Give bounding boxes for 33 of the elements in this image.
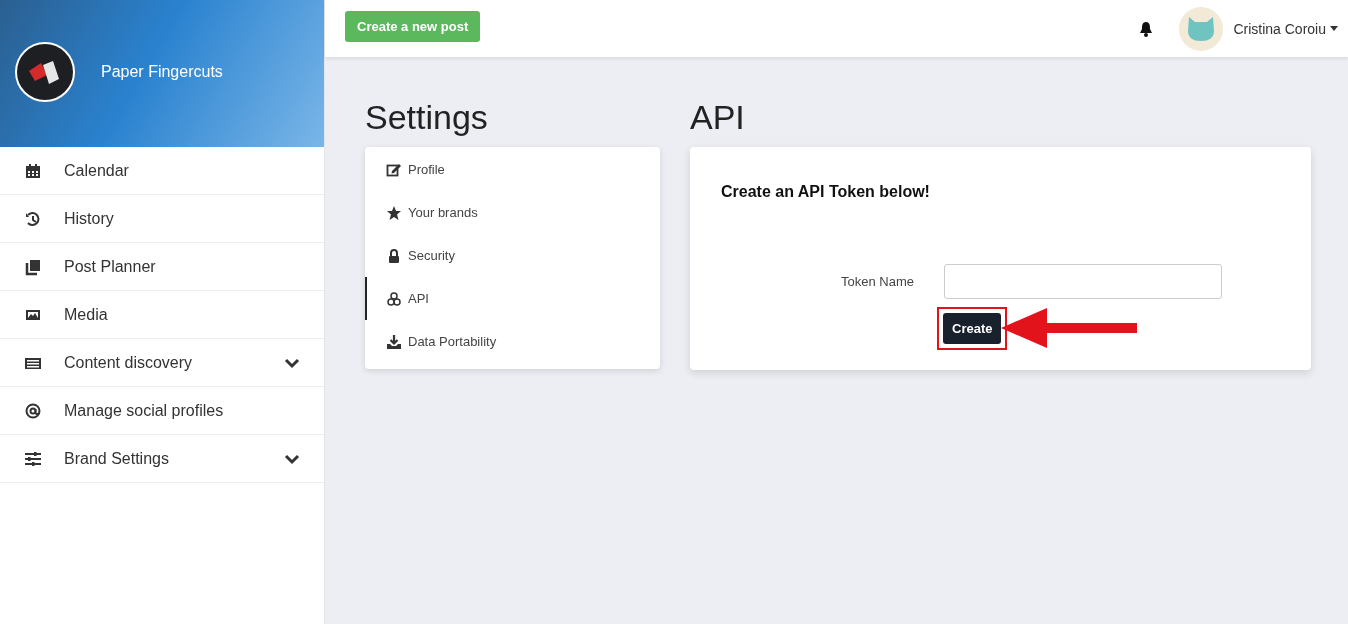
settings-menu-item[interactable]: Profile xyxy=(365,148,660,191)
section-title: API xyxy=(690,97,746,137)
user-menu[interactable]: Cristina Coroiu xyxy=(1233,20,1338,37)
sidebar-item[interactable]: Calendar xyxy=(0,147,324,195)
history-icon xyxy=(24,209,42,228)
sidebar-item[interactable]: Brand Settings xyxy=(0,435,324,483)
settings-menu-item[interactable]: Data Portability xyxy=(365,320,660,363)
sliders-icon xyxy=(24,449,42,468)
sidebar-item[interactable]: History xyxy=(0,195,324,243)
token-name-field[interactable] xyxy=(944,264,1222,299)
star-icon xyxy=(386,204,402,221)
sidebar-item[interactable]: Post Planner xyxy=(0,243,324,291)
sidebar-item[interactable]: Media xyxy=(0,291,324,339)
sidebar-item[interactable]: Manage social profiles xyxy=(0,387,324,435)
card-heading: Create an API Token below! xyxy=(721,183,931,201)
download-icon xyxy=(386,333,402,350)
calendar-icon xyxy=(24,161,42,180)
brand-name: Paper Fingercuts xyxy=(101,63,223,81)
field-label: Token Name xyxy=(840,274,914,289)
sidebar-item[interactable]: Content discovery xyxy=(0,339,324,387)
lock-icon xyxy=(386,247,402,264)
brand-avatar xyxy=(15,42,75,102)
settings-menu-item[interactable]: Security xyxy=(365,234,660,277)
at-sign-icon xyxy=(24,401,42,420)
copy-icon xyxy=(24,257,42,276)
cubes-icon xyxy=(386,290,402,307)
page-title: Settings xyxy=(365,97,489,137)
edit-icon xyxy=(386,161,402,178)
create-button[interactable]: Create xyxy=(943,312,1002,344)
settings-menu-item[interactable]: API xyxy=(365,277,660,320)
settings-menu-item[interactable]: Your brands xyxy=(365,191,660,234)
bell-icon[interactable] xyxy=(1139,20,1154,37)
caret-icon xyxy=(1330,26,1338,31)
